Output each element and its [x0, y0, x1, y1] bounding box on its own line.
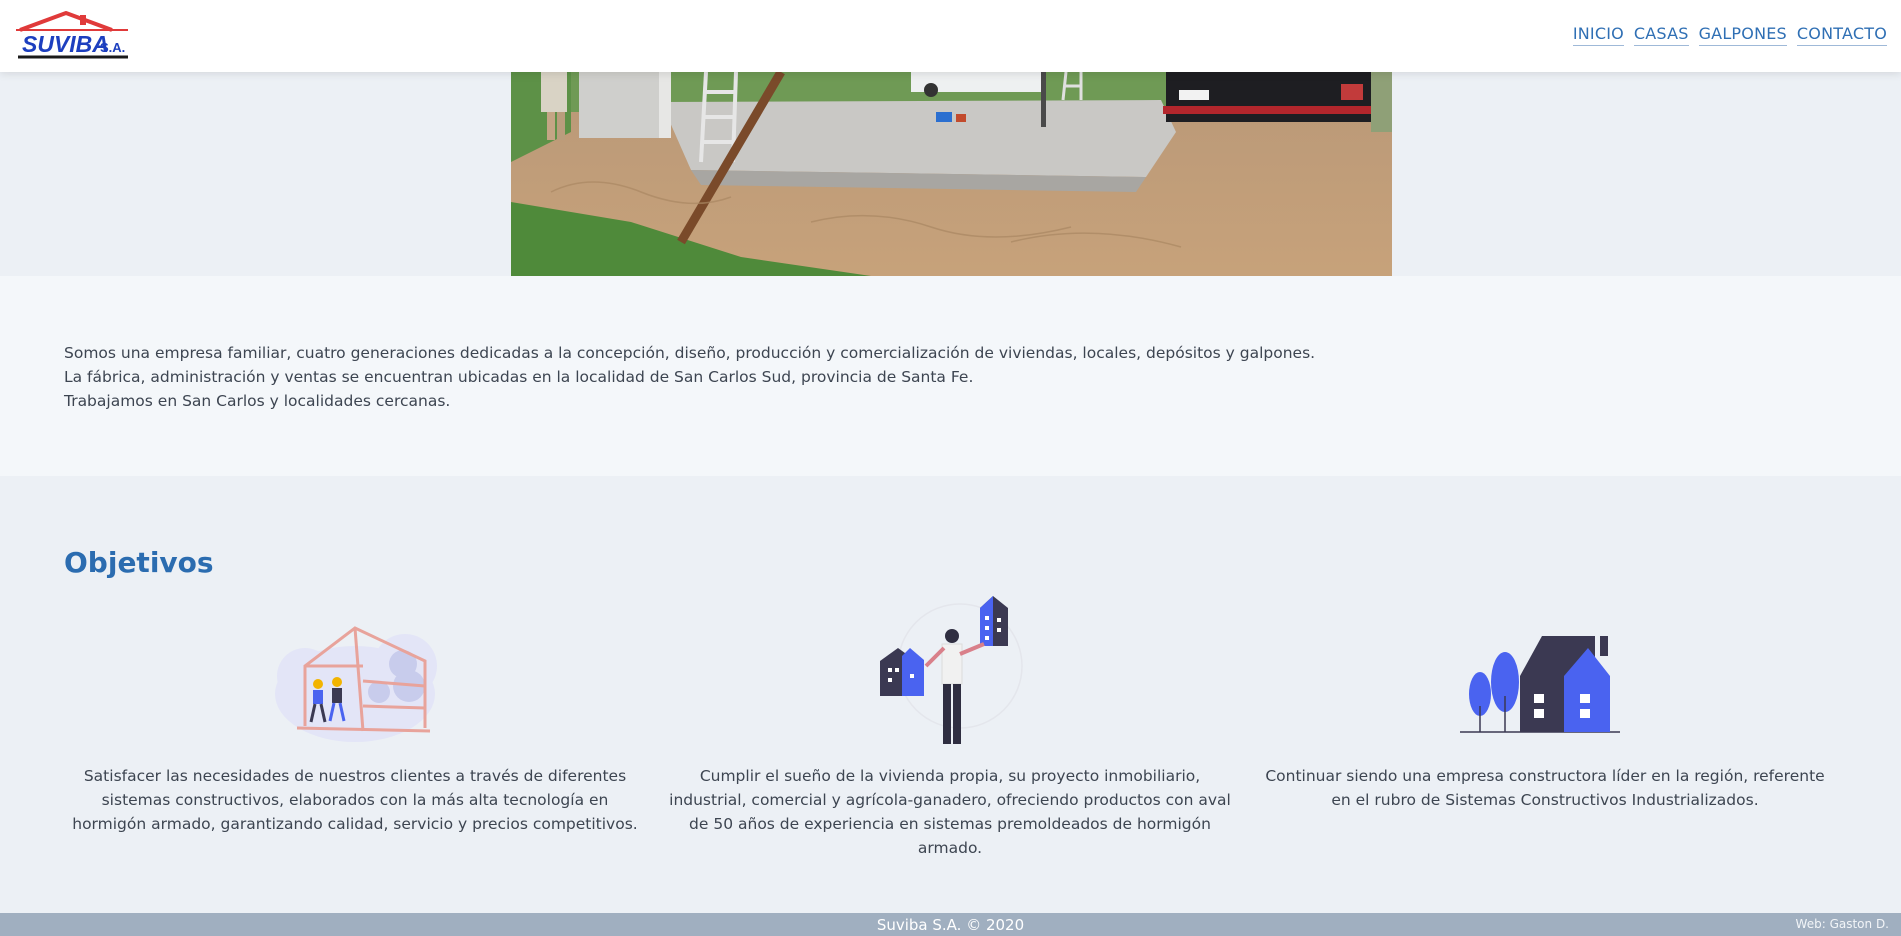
hero-section: [0, 72, 1901, 276]
copyright-text: Suviba S.A. © 2020: [876, 916, 1025, 934]
suviba-logo[interactable]: SUVIBA S.A.: [16, 10, 132, 62]
site-footer: Suviba S.A. © 2020 Web: Gaston D.: [0, 913, 1901, 936]
construction-site-photo: [511, 72, 1392, 276]
nav-casas[interactable]: CASAS: [1633, 24, 1689, 46]
nav-galpones[interactable]: GALPONES: [1698, 24, 1787, 46]
objetivos-section: Objetivos Satisfacer las necesidades de …: [0, 476, 1901, 913]
nav-inicio[interactable]: INICIO: [1572, 24, 1624, 46]
objective-card: Satisfacer las necesidades de nuestros c…: [70, 596, 640, 836]
intro-line: Trabajamos en San Carlos y localidades c…: [64, 392, 451, 410]
svg-text:S.A.: S.A.: [100, 40, 125, 55]
objective-text: Satisfacer las necesidades de nuestros c…: [72, 767, 638, 833]
house-with-trees-icon: [1260, 596, 1830, 756]
intro-line: La fábrica, administración y ventas se e…: [64, 368, 974, 386]
objective-text: Continuar siendo una empresa constructor…: [1265, 767, 1825, 809]
site-header: SUVIBA S.A. INICIO CASAS GALPONES CONTAC…: [0, 0, 1901, 72]
section-title: Objetivos: [64, 546, 214, 579]
intro-text: Somos una empresa familiar, cuatro gener…: [64, 341, 1315, 413]
construction-workers-icon: [70, 596, 640, 756]
nav-contacto[interactable]: CONTACTO: [1796, 24, 1887, 46]
objective-card: Continuar siendo una empresa constructor…: [1260, 596, 1830, 812]
objective-card: Cumplir el sueño de la vivienda propia, …: [665, 596, 1235, 860]
svg-text:SUVIBA: SUVIBA: [22, 31, 109, 57]
intro-line: Somos una empresa familiar, cuatro gener…: [64, 344, 1316, 362]
web-credit: Web: Gaston D.: [1795, 917, 1889, 931]
intro-section: Somos una empresa familiar, cuatro gener…: [0, 276, 1901, 476]
objective-text: Cumplir el sueño de la vivienda propia, …: [669, 767, 1231, 857]
main-nav: INICIO CASAS GALPONES CONTACTO: [1572, 24, 1887, 46]
person-holding-buildings-icon: [665, 596, 1235, 756]
